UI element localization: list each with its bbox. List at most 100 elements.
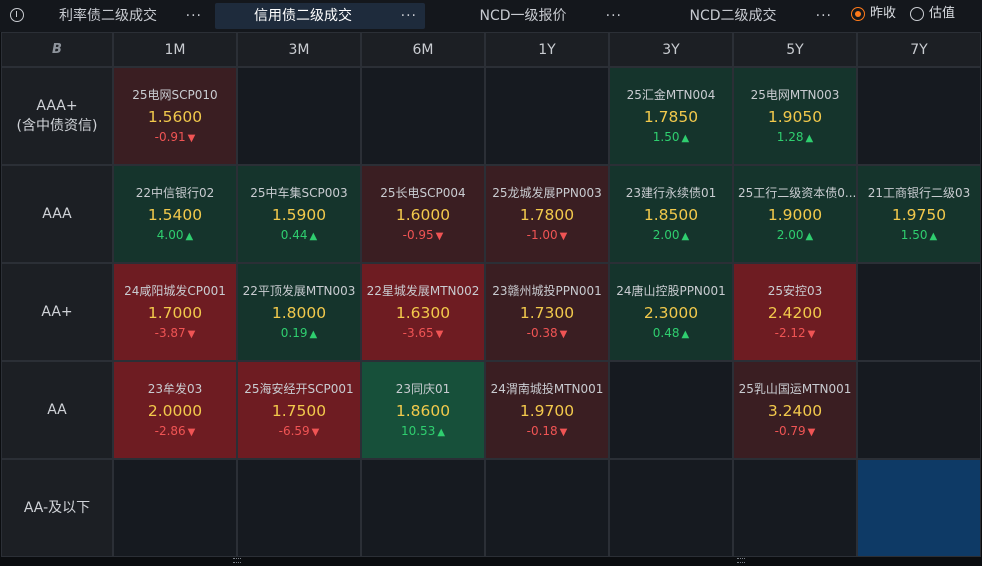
- triangle-down-icon: ▼: [311, 427, 320, 438]
- resize-handle[interactable]: [233, 558, 241, 563]
- bond-change: 2.00 ▲: [610, 228, 732, 242]
- bond-name[interactable]: 23同庆01: [362, 380, 484, 397]
- column-header-7y[interactable]: 7Y: [857, 32, 981, 67]
- bond-name[interactable]: 22中信银行02: [114, 184, 236, 201]
- column-header-3y[interactable]: 3Y: [609, 32, 733, 67]
- bond-change: 0.48 ▲: [610, 326, 732, 340]
- radio-prev-close-label[interactable]: 昨收: [870, 4, 896, 24]
- triangle-up-icon: ▲: [309, 329, 318, 340]
- bond-cell[interactable]: 21工商银行二级03 1.9750 1.50 ▲: [857, 165, 981, 263]
- resize-handle[interactable]: [737, 558, 745, 563]
- change-value: -0.18: [526, 424, 558, 438]
- triangle-down-icon: ▼: [807, 329, 816, 340]
- bond-cell[interactable]: 22中信银行02 1.5400 4.00 ▲: [113, 165, 237, 263]
- triangle-up-icon: ▲: [805, 231, 814, 242]
- bond-name[interactable]: 24咸阳城发CP001: [114, 282, 236, 299]
- bond-name[interactable]: 25电网SCP010: [114, 86, 236, 103]
- bond-cell[interactable]: 25长电SCP004 1.6000 -0.95 ▼: [361, 165, 485, 263]
- bond-cell[interactable]: 23牟发03 2.0000 -2.86 ▼: [113, 361, 237, 459]
- radio-prev-close[interactable]: [851, 7, 865, 21]
- bond-name[interactable]: 25长电SCP004: [362, 184, 484, 201]
- bond-cell[interactable]: 23建行永续债01 1.8500 2.00 ▲: [609, 165, 733, 263]
- bond-name[interactable]: 23建行永续债01: [610, 184, 732, 201]
- bond-name[interactable]: 24唐山控股PPN001: [610, 282, 732, 299]
- column-header-6m[interactable]: 6M: [361, 32, 485, 67]
- bond-cell[interactable]: 25海安经开SCP001 1.7500 -6.59 ▼: [237, 361, 361, 459]
- bond-yield: 1.7800: [519, 206, 575, 224]
- empty-cell: [113, 459, 237, 557]
- bond-yield: 1.5600: [147, 108, 203, 126]
- bond-cell[interactable]: 22平顶发展MTN003 1.8000 0.19 ▲: [237, 263, 361, 361]
- bond-name[interactable]: 22星城发展MTN002: [362, 282, 484, 299]
- bond-yield: 2.4200: [767, 304, 823, 322]
- triangle-down-icon: ▼: [187, 329, 196, 340]
- rating-label: AA-及以下: [23, 500, 91, 516]
- more-icon[interactable]: ···: [186, 3, 202, 29]
- bond-name[interactable]: 25海安经开SCP001: [238, 380, 360, 397]
- bond-yield: 1.7300: [519, 304, 575, 322]
- bond-change: 2.00 ▲: [734, 228, 856, 242]
- bond-name[interactable]: 23赣州城投PPN001: [486, 282, 608, 299]
- bond-name[interactable]: 24渭南城投MTN001: [486, 380, 608, 397]
- column-header-1y[interactable]: 1Y: [485, 32, 609, 67]
- bond-change: -3.87 ▼: [114, 326, 236, 340]
- bond-change: -6.59 ▼: [238, 424, 360, 438]
- change-value: -3.87: [154, 326, 186, 340]
- more-icon[interactable]: ···: [816, 3, 832, 29]
- empty-cell: [361, 67, 485, 165]
- tab-label: 信用债二级成交: [254, 8, 352, 24]
- bond-cell[interactable]: 23同庆01 1.8600 10.53 ▲: [361, 361, 485, 459]
- bond-cell[interactable]: 25电网MTN003 1.9050 1.28 ▲: [733, 67, 857, 165]
- bond-change: 0.19 ▲: [238, 326, 360, 340]
- info-icon[interactable]: [10, 8, 24, 22]
- bond-cell[interactable]: 24咸阳城发CP001 1.7000 -3.87 ▼: [113, 263, 237, 361]
- bond-cell[interactable]: 24渭南城投MTN001 1.9700 -0.18 ▼: [485, 361, 609, 459]
- bond-cell[interactable]: 25乳山国运MTN001 3.2400 -0.79 ▼: [733, 361, 857, 459]
- empty-cell: [237, 459, 361, 557]
- column-header-1m[interactable]: 1M: [113, 32, 237, 67]
- bond-name[interactable]: 22平顶发展MTN003: [238, 282, 360, 299]
- logo-icon: B: [52, 42, 62, 57]
- tab-credit-secondary[interactable]: 信用债二级成交 ···: [215, 3, 425, 29]
- bond-change: -2.86 ▼: [114, 424, 236, 438]
- more-icon[interactable]: ···: [401, 3, 417, 29]
- bond-name[interactable]: 25汇金MTN004: [610, 86, 732, 103]
- bond-cell[interactable]: 25电网SCP010 1.5600 -0.91 ▼: [113, 67, 237, 165]
- bond-cell[interactable]: 25工行二级资本债0... 1.9000 2.00 ▲: [733, 165, 857, 263]
- bond-name[interactable]: 21工商银行二级03: [858, 184, 980, 201]
- bond-yield: 1.8600: [395, 402, 451, 420]
- bond-cell[interactable]: 25龙城发展PPN003 1.7800 -1.00 ▼: [485, 165, 609, 263]
- bond-name[interactable]: 23牟发03: [114, 380, 236, 397]
- bond-cell[interactable]: 25汇金MTN004 1.7850 1.50 ▲: [609, 67, 733, 165]
- triangle-up-icon: ▲: [929, 231, 938, 242]
- triangle-down-icon: ▼: [435, 231, 444, 242]
- radio-valuation-label[interactable]: 估值: [929, 4, 955, 24]
- column-header-3m[interactable]: 3M: [237, 32, 361, 67]
- bond-yield: 1.6300: [395, 304, 451, 322]
- bond-name[interactable]: 25乳山国运MTN001: [734, 380, 856, 397]
- tab-ncd-primary[interactable]: NCD一级报价 ···: [450, 3, 630, 29]
- bond-name[interactable]: 25电网MTN003: [734, 86, 856, 103]
- bond-change: -0.38 ▼: [486, 326, 608, 340]
- bond-yield: 1.7000: [147, 304, 203, 322]
- bond-cell[interactable]: 22星城发展MTN002 1.6300 -3.65 ▼: [361, 263, 485, 361]
- bond-yield: 2.3000: [643, 304, 699, 322]
- more-icon[interactable]: ···: [606, 3, 622, 29]
- radio-valuation[interactable]: [910, 7, 924, 21]
- bond-name[interactable]: 25中车集SCP003: [238, 184, 360, 201]
- bond-yield: 1.7850: [643, 108, 699, 126]
- tab-rates-secondary[interactable]: 利率债二级成交 ···: [40, 3, 210, 29]
- tab-ncd-secondary[interactable]: NCD二级成交 ···: [660, 3, 840, 29]
- bond-name[interactable]: 25安控03: [734, 282, 856, 299]
- triangle-down-icon: ▼: [559, 231, 568, 242]
- bond-cell[interactable]: 23赣州城投PPN001 1.7300 -0.38 ▼: [485, 263, 609, 361]
- bond-cell[interactable]: 24唐山控股PPN001 2.3000 0.48 ▲: [609, 263, 733, 361]
- column-header-5y[interactable]: 5Y: [733, 32, 857, 67]
- bond-name[interactable]: 25工行二级资本债0...: [734, 184, 856, 201]
- bond-cell[interactable]: 25中车集SCP003 1.5900 0.44 ▲: [237, 165, 361, 263]
- triangle-up-icon: ▲: [681, 133, 690, 144]
- bond-cell[interactable]: 25安控03 2.4200 -2.12 ▼: [733, 263, 857, 361]
- empty-cell: [857, 263, 981, 361]
- rating-label: AAA+: [36, 98, 78, 114]
- bond-name[interactable]: 25龙城发展PPN003: [486, 184, 608, 201]
